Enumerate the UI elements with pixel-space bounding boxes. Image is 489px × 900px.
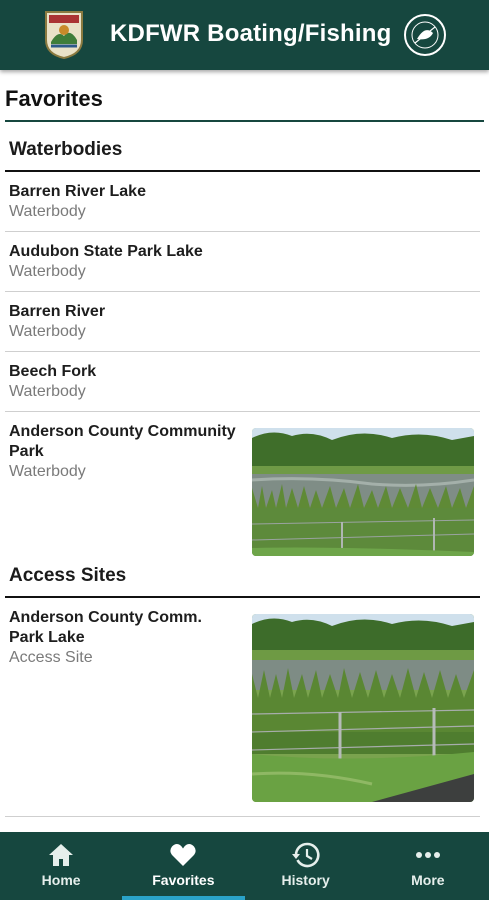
active-tab-indicator <box>122 896 245 900</box>
more-dots-icon <box>414 842 442 868</box>
history-icon <box>291 842 320 868</box>
nav-history[interactable]: History <box>245 832 367 900</box>
list-item[interactable]: Beech Fork Waterbody <box>0 352 489 412</box>
list-item[interactable]: Anderson County Comm. Park Lake Access S… <box>0 598 489 816</box>
nav-label: More <box>411 872 445 888</box>
item-type: Waterbody <box>9 463 86 480</box>
list-item[interactable]: Anderson County Community Park Waterbody <box>0 412 489 562</box>
nav-home[interactable]: Home <box>0 832 122 900</box>
kdfwr-shield-logo <box>44 10 84 60</box>
item-name: Barren River Lake <box>9 183 146 200</box>
app-bar: KDFWR Boating/Fishing <box>0 0 489 70</box>
nav-label: Home <box>41 872 81 888</box>
item-type: Waterbody <box>9 263 86 280</box>
item-name-line1: Anderson County Comm. <box>9 609 202 626</box>
list-item[interactable]: Barren River Waterbody <box>0 292 489 352</box>
item-name: Audubon State Park Lake <box>9 243 203 260</box>
nav-label: Favorites <box>152 872 215 888</box>
item-name-line2: Park Lake <box>9 629 85 646</box>
nav-label: History <box>281 872 330 888</box>
home-icon <box>47 842 75 868</box>
section-header-access-sites: Access Sites <box>9 565 127 586</box>
nav-favorites[interactable]: Favorites <box>122 832 245 900</box>
item-type: Waterbody <box>9 383 86 400</box>
page-title: Favorites <box>5 86 103 111</box>
item-name: Beech Fork <box>9 363 97 380</box>
item-type: Access Site <box>9 649 93 666</box>
bottom-navigation: Home Favorites History More <box>0 832 489 900</box>
heart-icon <box>169 842 197 868</box>
section-header-waterbodies: Waterbodies <box>9 139 123 160</box>
app-title: KDFWR Boating/Fishing <box>110 20 392 47</box>
item-divider <box>5 816 480 817</box>
pond-photo <box>252 428 474 556</box>
pond-fence-photo <box>252 614 474 802</box>
item-type: Waterbody <box>9 203 86 220</box>
item-name-line1: Anderson County Community <box>9 423 236 440</box>
list-item[interactable]: Audubon State Park Lake Waterbody <box>0 232 489 292</box>
item-name-line2: Park <box>9 443 44 460</box>
item-name: Barren River <box>9 303 106 320</box>
page-title-divider <box>5 120 484 122</box>
nav-more[interactable]: More <box>367 832 489 900</box>
list-item[interactable]: Barren River Lake Waterbody <box>0 172 489 232</box>
item-type: Waterbody <box>9 323 86 340</box>
sport-fish-restoration-logo <box>403 13 447 57</box>
